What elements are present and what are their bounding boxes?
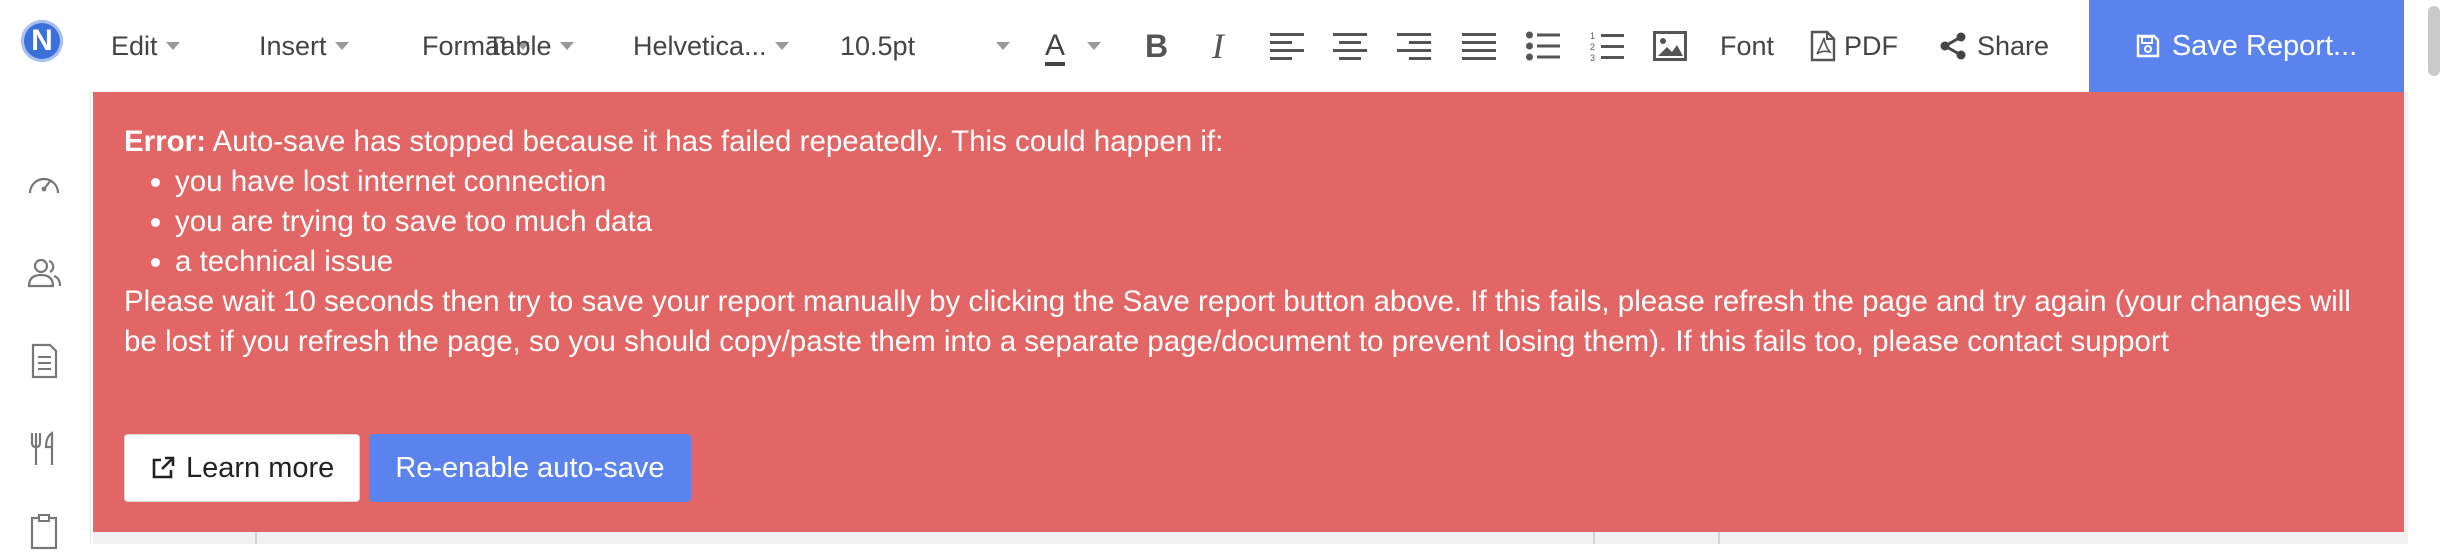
chevron-down-icon — [165, 42, 180, 50]
utensils-icon[interactable] — [24, 429, 64, 469]
insert-menu-label: Insert — [259, 30, 327, 61]
align-right-button[interactable] — [1397, 0, 1431, 92]
error-intro-text: Auto-save has stopped because it has fai… — [205, 125, 1224, 158]
learn-more-label: Learn more — [186, 452, 335, 484]
numbered-list-icon: 123 — [1590, 31, 1624, 62]
reenable-autosave-label: Re-enable auto-save — [395, 452, 665, 484]
align-center-button[interactable] — [1333, 0, 1367, 92]
image-icon — [1653, 31, 1687, 61]
chevron-down-icon — [334, 42, 349, 50]
text-color-button[interactable]: A — [1045, 0, 1102, 92]
bullet-list-icon — [1526, 31, 1560, 61]
font-button[interactable]: Font — [1720, 0, 1774, 92]
align-center-icon — [1333, 33, 1367, 60]
banner-actions: Learn more Re-enable auto-save — [124, 434, 691, 502]
numbered-list-button[interactable]: 123 — [1590, 0, 1624, 92]
align-left-button[interactable] — [1270, 0, 1304, 92]
font-button-label: Font — [1720, 30, 1775, 61]
external-link-icon — [152, 456, 175, 479]
text-color-icon: A — [1045, 29, 1066, 62]
clipboard-icon[interactable] — [24, 512, 64, 552]
font-family-value: Helvetica... — [633, 30, 767, 61]
chevron-down-icon — [774, 42, 789, 50]
italic-button[interactable]: I — [1212, 0, 1224, 92]
save-report-button[interactable]: Save Report... — [2089, 0, 2404, 92]
insert-image-button[interactable] — [1653, 0, 1687, 92]
error-instructions: Please wait 10 seconds then try to save … — [124, 285, 2351, 358]
edit-menu-label: Edit — [111, 30, 158, 61]
font-size-select[interactable]: 10.5pt — [840, 0, 1010, 92]
error-reason-item: you are trying to save too much data — [175, 202, 2372, 242]
share-button[interactable]: Share — [1939, 0, 2049, 92]
align-right-icon — [1397, 33, 1431, 60]
font-size-value: 10.5pt — [840, 30, 916, 61]
font-family-select[interactable]: Helvetica... — [633, 0, 789, 92]
align-justify-icon — [1462, 33, 1496, 60]
scrollbar-thumb[interactable] — [2428, 6, 2440, 76]
pdf-button[interactable]: PDF — [1810, 0, 1898, 92]
share-button-label: Share — [1977, 30, 2050, 61]
logo-letter: N — [31, 24, 53, 57]
chevron-down-icon — [996, 42, 1010, 50]
insert-menu[interactable]: Insert — [259, 0, 349, 92]
chevron-down-icon — [1087, 42, 1102, 50]
error-reasons-list: you have lost internet connection you ar… — [124, 162, 2372, 282]
align-left-icon — [1270, 33, 1304, 60]
svg-text:1: 1 — [1590, 31, 1595, 41]
chevron-down-icon — [559, 42, 574, 50]
floppy-disk-icon — [2136, 34, 2160, 58]
error-reason-item: you have lost internet connection — [175, 162, 2372, 202]
users-icon[interactable] — [24, 253, 64, 293]
table-menu[interactable]: Table — [487, 0, 574, 92]
dashboard-icon[interactable] — [24, 165, 64, 205]
bullet-list-button[interactable] — [1526, 0, 1560, 92]
bold-icon: B — [1145, 27, 1169, 64]
save-report-label: Save Report... — [2171, 29, 2358, 62]
pdf-icon — [1810, 30, 1836, 62]
align-justify-button[interactable] — [1462, 0, 1496, 92]
table-menu-label: Table — [487, 30, 552, 61]
error-reason-item: a technical issue — [175, 242, 2372, 282]
share-icon — [1940, 32, 1966, 60]
reenable-autosave-button[interactable]: Re-enable auto-save — [369, 434, 691, 502]
scrollbar[interactable] — [2408, 0, 2448, 544]
document-icon[interactable] — [24, 341, 64, 381]
svg-text:3: 3 — [1590, 53, 1595, 62]
pdf-button-label: PDF — [1844, 30, 1898, 61]
edit-menu[interactable]: Edit — [111, 0, 180, 92]
app-logo[interactable]: N — [21, 20, 63, 62]
error-intro: Error: Auto-save has stopped because it … — [124, 122, 2372, 162]
left-sidebar: N — [0, 0, 91, 550]
autosave-error-banner: Error: Auto-save has stopped because it … — [93, 92, 2404, 532]
learn-more-button[interactable]: Learn more — [124, 434, 361, 502]
svg-text:2: 2 — [1590, 42, 1595, 52]
italic-icon: I — [1212, 26, 1224, 66]
bold-button[interactable]: B — [1145, 0, 1168, 92]
error-label: Error: — [124, 125, 206, 158]
